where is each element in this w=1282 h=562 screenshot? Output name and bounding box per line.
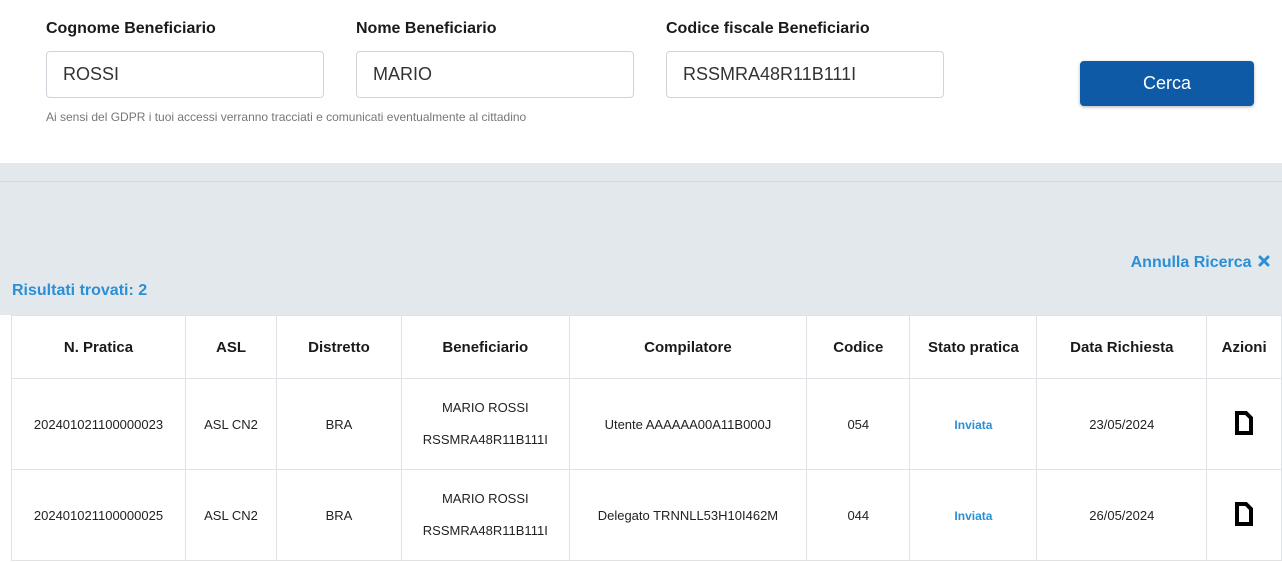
- compilatore-cell: Delegato TRNNLL53H10I462M: [568, 469, 808, 561]
- asl-cell: ASL CN2: [184, 378, 278, 470]
- document-icon[interactable]: [1234, 501, 1254, 530]
- table-row: 202401021100000023 ASL CN2 BRA MARIO ROS…: [11, 378, 1282, 470]
- beneficiario-nome: MARIO ROSSI: [441, 491, 529, 506]
- column-header: Data Richiesta: [1036, 315, 1208, 379]
- pratica-cell: 202401021100000025: [11, 469, 186, 561]
- beneficiario-cf: RSSMRA48R11B111I: [422, 523, 548, 538]
- annulla-ricerca-label: Annulla Ricerca: [1130, 254, 1252, 271]
- search-form: Cognome Beneficiario Nome Beneficiario C…: [0, 0, 1282, 163]
- cognome-label: Cognome Beneficiario: [46, 20, 216, 37]
- annulla-ricerca-link[interactable]: Annulla Ricerca: [1131, 254, 1270, 272]
- stato-cell: Inviata: [909, 378, 1038, 470]
- beneficiario-cell: MARIO ROSSI RSSMRA48R11B111I: [400, 469, 570, 561]
- codice-cell: 054: [806, 378, 911, 470]
- column-header: Azioni: [1206, 315, 1282, 379]
- asl-cell: ASL CN2: [184, 469, 278, 561]
- stato-badge: Inviata: [954, 508, 993, 523]
- results-table: N. Pratica ASL Distretto Beneficiario Co…: [11, 315, 1282, 561]
- band-divider: [0, 181, 1282, 182]
- beneficiario-nome: MARIO ROSSI: [441, 400, 529, 415]
- pratica-cell: 202401021100000023: [11, 378, 186, 470]
- distretto-cell: BRA: [276, 378, 402, 470]
- gdpr-notice: Ai sensi del GDPR i tuoi accessi verrann…: [46, 110, 527, 124]
- results-count: Risultati trovati: 2: [12, 282, 148, 299]
- cerca-button[interactable]: Cerca: [1080, 61, 1254, 106]
- distretto-cell: BRA: [276, 469, 402, 561]
- nome-input[interactable]: [356, 51, 634, 98]
- codice-fiscale-label: Codice fiscale Beneficiario: [666, 20, 870, 37]
- results-band: [0, 163, 1282, 315]
- column-header: ASL: [184, 315, 278, 379]
- table-row: 202401021100000025 ASL CN2 BRA MARIO ROS…: [11, 469, 1282, 561]
- cognome-input[interactable]: [46, 51, 324, 98]
- nome-field: Nome Beneficiario: [356, 19, 634, 98]
- cognome-field: Cognome Beneficiario: [46, 19, 324, 98]
- stato-cell: Inviata: [909, 469, 1038, 561]
- azioni-cell: [1206, 469, 1282, 561]
- nome-label: Nome Beneficiario: [356, 20, 497, 37]
- stato-badge: Inviata: [954, 417, 993, 432]
- column-header: N. Pratica: [11, 315, 186, 379]
- column-header: Codice: [806, 315, 911, 379]
- beneficiario-cf: RSSMRA48R11B111I: [422, 432, 548, 447]
- codice-cell: 044: [806, 469, 911, 561]
- document-icon[interactable]: [1234, 410, 1254, 439]
- codice-fiscale-field: Codice fiscale Beneficiario: [666, 19, 944, 98]
- beneficiario-cell: MARIO ROSSI RSSMRA48R11B111I: [400, 378, 570, 470]
- column-header: Distretto: [276, 315, 402, 379]
- close-icon: [1258, 255, 1270, 267]
- compilatore-cell: Utente AAAAAA00A11B000J: [568, 378, 808, 470]
- codice-fiscale-input[interactable]: [666, 51, 944, 98]
- column-header: Stato pratica: [909, 315, 1038, 379]
- table-header-row: N. Pratica ASL Distretto Beneficiario Co…: [11, 315, 1282, 379]
- column-header: Compilatore: [568, 315, 808, 379]
- data-cell: 26/05/2024: [1036, 469, 1208, 561]
- azioni-cell: [1206, 378, 1282, 470]
- data-cell: 23/05/2024: [1036, 378, 1208, 470]
- column-header: Beneficiario: [400, 315, 570, 379]
